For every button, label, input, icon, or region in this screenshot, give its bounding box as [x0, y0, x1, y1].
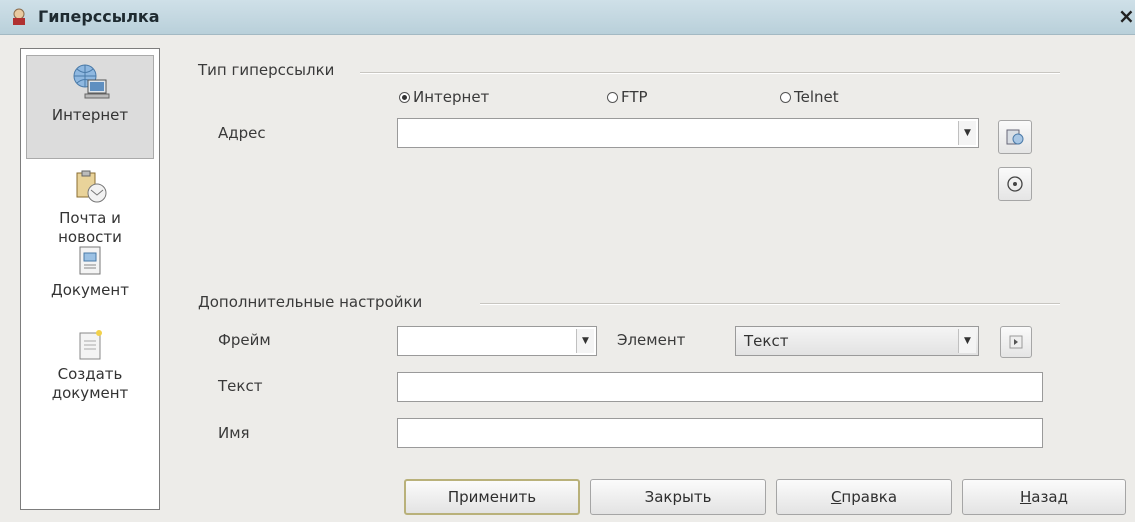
target-button[interactable] — [998, 167, 1032, 201]
frame-combobox[interactable]: ▼ — [397, 326, 597, 356]
radio-unselected-icon — [780, 91, 791, 103]
additional-settings-heading: Дополнительные настройки — [198, 293, 429, 311]
sidebar-item-label: Почта и новости — [58, 209, 122, 246]
radio-unselected-icon — [607, 91, 618, 103]
sidebar-item-label: Интернет — [51, 106, 129, 124]
new-document-icon — [79, 330, 102, 360]
sidebar-item-mail-news[interactable]: Почта и новости — [26, 169, 154, 247]
help-button[interactable]: Справка — [776, 479, 952, 515]
sidebar-item-document[interactable]: Документ — [26, 245, 154, 300]
radio-telnet[interactable]: Telnet — [780, 88, 839, 106]
play-icon — [1009, 335, 1023, 349]
apply-button[interactable]: Применить — [404, 479, 580, 515]
radio-internet[interactable]: Интернет — [399, 88, 489, 106]
category-sidebar: Интернет Почта и новости Документ Создат… — [20, 48, 160, 510]
chevron-down-icon[interactable]: ▼ — [576, 329, 594, 353]
back-button[interactable]: Назад — [962, 479, 1126, 515]
name-label: Имя — [218, 424, 250, 442]
sidebar-item-label: Документ — [51, 281, 129, 299]
document-icon — [79, 246, 101, 275]
section-divider — [360, 72, 1060, 74]
globe-computer-icon — [73, 64, 110, 99]
close-button[interactable]: Закрыть — [590, 479, 766, 515]
section-divider — [480, 303, 1060, 305]
events-button[interactable] — [1000, 326, 1032, 358]
close-icon[interactable]: × — [1118, 4, 1135, 28]
app-icon — [10, 8, 28, 26]
sidebar-item-label: Создать документ — [51, 365, 129, 402]
chevron-down-icon[interactable]: ▼ — [958, 329, 976, 353]
target-icon — [1007, 176, 1023, 192]
hyperlink-type-heading: Тип гиперссылки — [198, 61, 341, 79]
element-label: Элемент — [617, 331, 686, 349]
chevron-down-icon[interactable]: ▼ — [958, 121, 976, 145]
open-browser-icon — [1006, 129, 1024, 145]
address-combobox[interactable]: ▼ — [397, 118, 979, 148]
title-bar: Гиперссылка × — [0, 0, 1135, 35]
radio-selected-icon — [399, 91, 410, 103]
name-input[interactable] — [397, 418, 1043, 448]
frame-label: Фрейм — [218, 331, 271, 349]
browser-button[interactable] — [998, 120, 1032, 154]
text-input[interactable] — [397, 372, 1043, 402]
mail-clipboard-icon — [76, 170, 107, 203]
text-label: Текст — [218, 377, 263, 395]
window-title: Гиперссылка — [38, 7, 160, 26]
sidebar-item-internet[interactable]: Интернет — [26, 55, 154, 159]
address-label: Адрес — [218, 124, 266, 142]
radio-ftp[interactable]: FTP — [607, 88, 648, 106]
sidebar-item-new-document[interactable]: Создать документ — [26, 329, 154, 403]
element-select[interactable]: Текст ▼ — [735, 326, 979, 356]
